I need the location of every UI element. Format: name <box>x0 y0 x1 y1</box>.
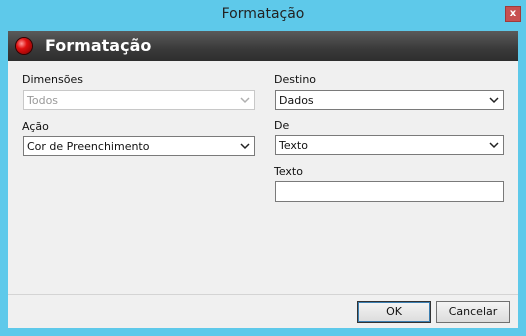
close-button[interactable]: x <box>505 6 521 22</box>
footer-divider <box>8 294 518 295</box>
de-select[interactable]: Texto <box>275 135 504 155</box>
dimensoes-select: Todos <box>23 90 255 110</box>
dialog-window: Formatação x Formatação Dimensões Todos … <box>0 0 526 336</box>
destino-select[interactable]: Dados <box>275 90 504 110</box>
destino-label: Destino <box>274 73 317 86</box>
acao-select[interactable]: Cor de Preenchimento <box>23 136 255 156</box>
chevron-down-icon <box>489 142 499 149</box>
acao-value: Cor de Preenchimento <box>27 140 150 153</box>
texto-label: Texto <box>274 165 303 178</box>
ok-button[interactable]: OK <box>357 301 431 323</box>
red-ball-icon <box>16 38 32 54</box>
texto-input[interactable] <box>275 181 504 202</box>
window-title: Formatação <box>221 6 305 22</box>
header-banner: Formatação <box>8 31 518 61</box>
de-value: Texto <box>279 139 308 152</box>
chevron-down-icon <box>240 143 250 150</box>
chevron-down-icon <box>489 97 499 104</box>
chevron-down-icon <box>240 97 250 104</box>
dimensoes-label: Dimensões <box>22 73 83 86</box>
acao-label: Ação <box>22 120 49 133</box>
de-label: De <box>274 119 290 132</box>
dimensoes-value: Todos <box>27 94 59 107</box>
cancel-button[interactable]: Cancelar <box>436 301 510 323</box>
destino-value: Dados <box>279 94 314 107</box>
title-bar[interactable]: Formatação x <box>0 0 526 31</box>
dialog-body: Formatação Dimensões Todos Ação Cor de P… <box>8 31 518 328</box>
header-title: Formatação <box>45 36 152 55</box>
